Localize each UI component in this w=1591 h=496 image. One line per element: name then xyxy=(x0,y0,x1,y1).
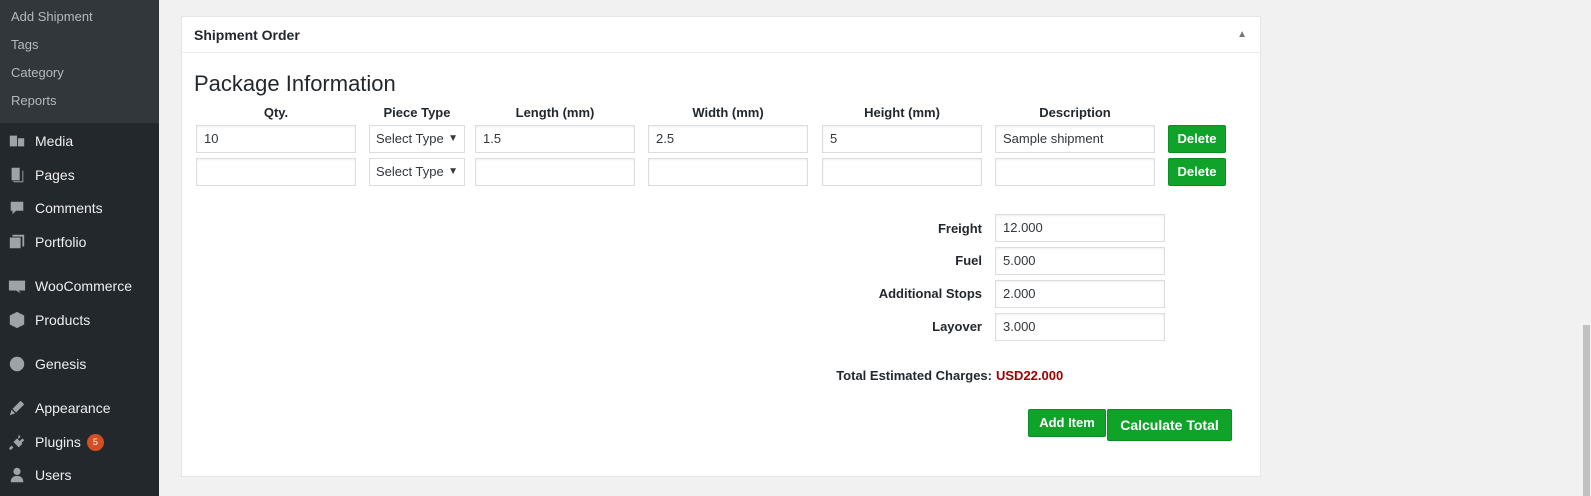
width-input[interactable] xyxy=(648,158,808,186)
menu-item-label: WooCommerce xyxy=(35,278,132,294)
length-input[interactable] xyxy=(475,158,635,186)
collapse-toggle-icon[interactable]: ▲ xyxy=(1237,29,1247,40)
submenu-tags[interactable]: Tags xyxy=(0,33,159,61)
length-input[interactable]: 1.5 xyxy=(475,125,635,153)
users-icon xyxy=(7,465,27,485)
pages-icon xyxy=(7,165,27,185)
woocommerce-icon xyxy=(7,276,27,296)
total-charges-label: Total Estimated Charges: xyxy=(836,368,992,383)
column-header-height: Height (mm) xyxy=(864,105,940,120)
layover-input[interactable]: 3.000 xyxy=(995,313,1165,341)
menu-item-users[interactable]: Users xyxy=(0,458,159,492)
height-input[interactable]: 5 xyxy=(822,125,982,153)
plugins-update-badge: 5 xyxy=(86,433,104,451)
submenu-category[interactable]: Category xyxy=(0,61,159,89)
menu-item-appearance[interactable]: Appearance xyxy=(0,391,159,425)
appearance-icon xyxy=(7,398,27,418)
menu-item-label: Pages xyxy=(35,167,75,183)
piece-type-value: Select Type xyxy=(376,164,444,179)
column-header-description: Description xyxy=(1039,105,1111,120)
menu-item-pages[interactable]: Pages xyxy=(0,158,159,192)
total-charges-value: USD22.000 xyxy=(996,368,1064,383)
column-header-length: Length (mm) xyxy=(515,105,595,120)
submenu-reports[interactable]: Reports xyxy=(0,89,159,117)
add-item-button[interactable]: Add Item xyxy=(1028,409,1106,437)
qty-input[interactable] xyxy=(196,158,356,186)
menu-item-label: Genesis xyxy=(35,356,87,372)
fuel-input[interactable]: 5.000 xyxy=(995,247,1165,275)
column-header-piece-type: Piece Type xyxy=(383,105,451,120)
menu-item-plugins[interactable]: Plugins 5 xyxy=(0,425,159,459)
comments-icon xyxy=(7,198,27,218)
dropdown-arrow-icon: ▼ xyxy=(448,166,458,177)
freight-label: Freight xyxy=(937,221,982,236)
menu-item-woocommerce[interactable]: WooCommerce xyxy=(0,269,159,303)
calculate-total-button[interactable]: Calculate Total xyxy=(1107,409,1232,441)
fuel-label: Fuel xyxy=(955,253,982,268)
menu-item-media[interactable]: Media xyxy=(0,124,159,158)
menu-item-label: Plugins xyxy=(35,434,81,450)
menu-item-label: Users xyxy=(35,467,72,483)
layover-label: Layover xyxy=(932,319,982,334)
panel-header[interactable]: Shipment Order ▲ xyxy=(182,17,1260,53)
shipment-order-panel: Shipment Order ▲ Package Information Qty… xyxy=(181,16,1261,477)
height-input[interactable] xyxy=(822,158,982,186)
menu-item-label: Portfolio xyxy=(35,234,87,250)
menu-item-products[interactable]: Products xyxy=(0,303,159,337)
piece-type-value: Select Type xyxy=(376,131,444,146)
description-input[interactable] xyxy=(995,158,1155,186)
menu-item-portfolio[interactable]: Portfolio xyxy=(0,225,159,259)
width-input[interactable]: 2.5 xyxy=(648,125,808,153)
additional-stops-label: Additional Stops xyxy=(878,286,982,301)
panel-title: Shipment Order xyxy=(194,26,300,43)
piece-type-select[interactable]: Select Type ▼ xyxy=(369,125,465,153)
menu-item-genesis[interactable]: Genesis xyxy=(0,347,159,381)
freight-input[interactable]: 12.000 xyxy=(995,214,1165,242)
genesis-icon xyxy=(7,354,27,374)
menu-item-label: Appearance xyxy=(35,400,111,416)
qty-input[interactable]: 10 xyxy=(196,125,356,153)
dropdown-arrow-icon: ▼ xyxy=(448,133,458,144)
menu-item-comments[interactable]: Comments xyxy=(0,191,159,225)
description-input[interactable]: Sample shipment xyxy=(995,125,1155,153)
submenu-add-shipment[interactable]: Add Shipment xyxy=(0,5,159,33)
menu-item-label: Media xyxy=(35,133,74,149)
column-header-qty: Qty. xyxy=(263,105,289,120)
column-header-width: Width (mm) xyxy=(692,105,764,120)
shipment-submenu: Add Shipment Tags Category Reports xyxy=(0,0,159,123)
section-title: Package Information xyxy=(194,71,396,96)
portfolio-icon xyxy=(7,232,27,252)
delete-button[interactable]: Delete xyxy=(1168,125,1226,153)
page-scrollbar[interactable] xyxy=(1582,0,1591,496)
products-icon xyxy=(7,310,27,330)
media-icon xyxy=(7,131,27,151)
piece-type-select[interactable]: Select Type ▼ xyxy=(369,158,465,186)
plugins-icon xyxy=(7,432,27,452)
menu-item-label: Comments xyxy=(35,200,103,216)
additional-stops-input[interactable]: 2.000 xyxy=(995,280,1165,308)
menu-item-label: Products xyxy=(35,312,91,328)
scrollbar-thumb[interactable] xyxy=(1583,325,1590,496)
delete-button[interactable]: Delete xyxy=(1168,158,1226,186)
admin-sidebar: Add Shipment Tags Category Reports Media… xyxy=(0,0,159,496)
